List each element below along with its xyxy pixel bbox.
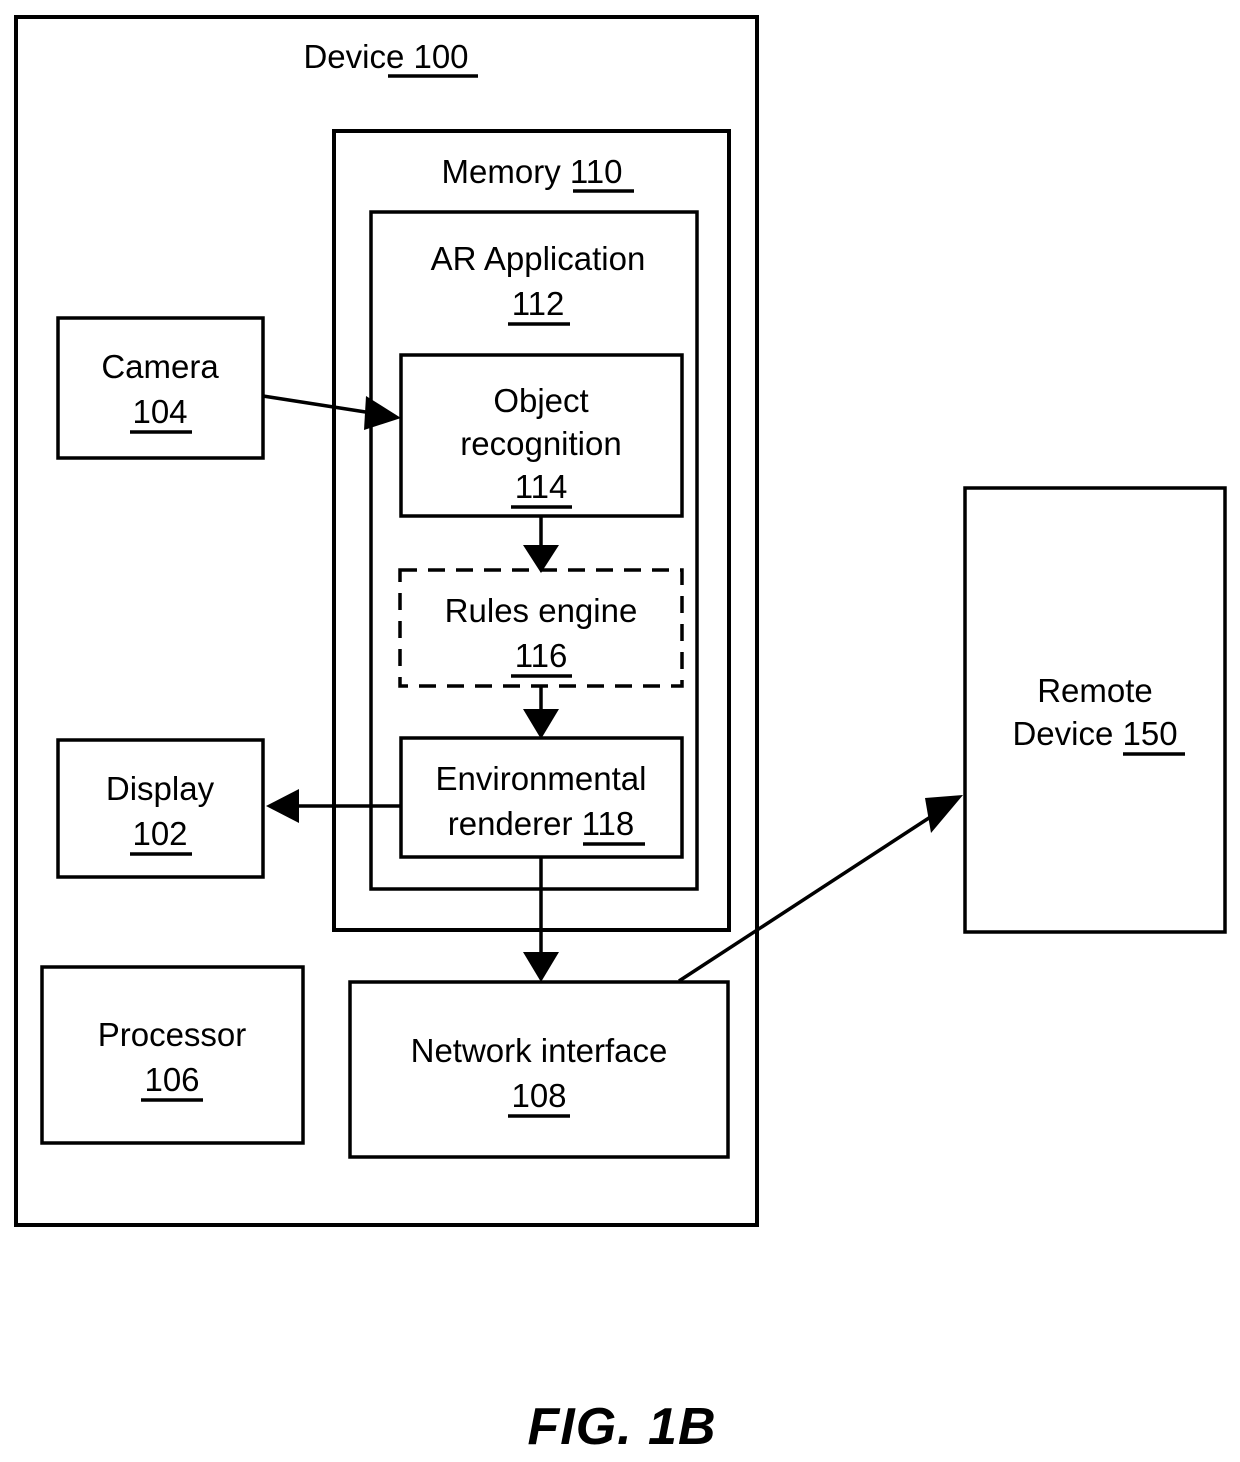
figure-root: Device 100 Memory 110 AR Application 112… [0, 0, 1240, 1462]
environmental-renderer-label-line2: renderer 118 [448, 805, 635, 842]
block-network-interface: Network interface 108 [348, 980, 730, 1159]
device-label: Device 100 [303, 38, 468, 75]
ar-application-label-line1: AR Application [431, 240, 646, 277]
arrow-environmental-renderer-to-network-interface [523, 857, 559, 982]
display-label-line1: Display [106, 770, 215, 807]
arrowhead-glyph [523, 709, 559, 739]
arrow-rules-engine-to-environmental-renderer [523, 686, 559, 739]
object-recognition-label-ref: 114 [515, 468, 568, 505]
block-diagram-canvas: Device 100 Memory 110 AR Application 112… [14, 15, 1227, 1456]
arrow-network-interface-to-remote-device [678, 795, 963, 983]
arrowhead-glyph [523, 952, 559, 982]
block-display: Display 102 [56, 738, 265, 879]
block-environmental-renderer: Environmental renderer 118 [399, 736, 684, 859]
object-recognition-label-line2: recognition [460, 425, 621, 462]
connector-line [262, 394, 373, 415]
block-camera: Camera 104 [56, 316, 265, 460]
remote-device-label-line1: Remote [1037, 672, 1153, 709]
arrowhead-glyph [364, 396, 401, 430]
network-interface-label-ref: 108 [511, 1077, 566, 1114]
block-remote-device: Remote Device 150 [963, 486, 1227, 934]
arrowhead-glyph [925, 795, 963, 833]
network-interface-label-line1: Network interface [411, 1032, 668, 1069]
camera-label-line1: Camera [101, 348, 219, 385]
ar-application-label-line2: 112 [512, 285, 565, 322]
remote-device-label-line2: Device 150 [1012, 715, 1177, 752]
processor-label-ref: 106 [144, 1061, 199, 1098]
display-label-ref: 102 [132, 815, 187, 852]
arrowhead-glyph [266, 789, 299, 823]
rules-engine-label-line1: Rules engine [445, 592, 638, 629]
camera-box-outline [56, 316, 265, 460]
camera-label-ref: 104 [132, 393, 187, 430]
figure-caption: FIG. 1B [527, 1398, 716, 1456]
processor-label-line1: Processor [98, 1016, 247, 1053]
remote-device-box-outline [963, 486, 1227, 934]
network-interface-box-outline [348, 980, 730, 1159]
display-box-outline [56, 738, 265, 879]
connector-line [678, 812, 936, 983]
processor-box-outline [40, 965, 305, 1145]
object-recognition-label-line1: Object [493, 382, 588, 419]
block-rules-engine: Rules engine 116 [398, 568, 684, 688]
arrow-object-recognition-to-rules-engine [523, 516, 559, 573]
memory-label: Memory 110 [442, 153, 623, 190]
rules-engine-label-ref: 116 [515, 637, 568, 674]
block-processor: Processor 106 [40, 965, 305, 1145]
block-object-recognition: Object recognition 114 [399, 353, 684, 518]
environmental-renderer-label-line1: Environmental [436, 760, 647, 797]
